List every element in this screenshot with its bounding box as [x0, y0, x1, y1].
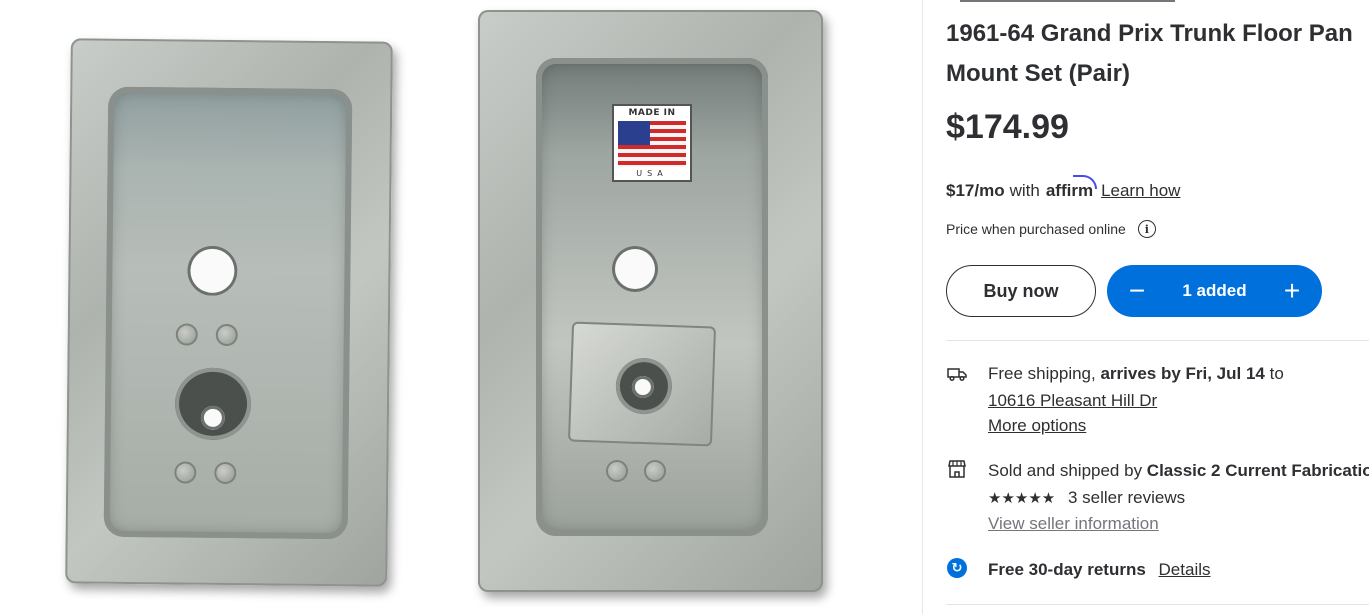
shipping-suffix: to [1264, 364, 1284, 383]
flag-top-text: MADE IN [628, 108, 676, 118]
made-in-usa-label: MADE IN USA [612, 104, 692, 182]
mount-plate-right: MADE IN USA [478, 10, 823, 592]
affirm-with: with [1009, 181, 1040, 200]
affirm-logo: affirm [1046, 175, 1098, 201]
plate-well [103, 86, 353, 540]
store-icon [946, 458, 968, 480]
shipping-prefix: Free shipping, [988, 364, 1101, 383]
divider [946, 604, 1369, 605]
buy-now-button[interactable]: Buy now [946, 265, 1096, 317]
learn-how-link[interactable]: Learn how [1101, 181, 1180, 201]
top-rule [960, 0, 1175, 2]
dimple [174, 461, 197, 484]
quantity-label: 1 added [1182, 281, 1247, 300]
product-image[interactable]: MADE IN USA [0, 0, 922, 614]
flag-bottom-text: USA [636, 169, 668, 178]
decrease-quantity-button[interactable]: − [1123, 277, 1151, 305]
returns-label: Free 30-day returns [988, 560, 1146, 579]
more-options-link[interactable]: More options [988, 416, 1086, 436]
returns-info: Free 30-day returns Details [988, 560, 1211, 580]
dimple [644, 460, 666, 482]
quantity-stepper: − 1 added + [1107, 265, 1322, 317]
seller-rating: ★★★★★ 3 seller reviews [988, 488, 1185, 508]
image-divider [922, 0, 923, 614]
shipping-address-link[interactable]: 10616 Pleasant Hill Dr [988, 391, 1157, 411]
returns-details-link[interactable]: Details [1159, 560, 1211, 579]
dimple [214, 461, 237, 485]
shipping-info: Free shipping, arrives by Fri, Jul 14 to [988, 364, 1284, 384]
affirm-monthly: $17/mo [946, 181, 1005, 200]
affirm-arc-icon [1073, 175, 1098, 189]
mount-plate-left [65, 38, 393, 587]
increase-quantity-button[interactable]: + [1278, 277, 1306, 305]
truck-icon [946, 363, 968, 385]
price-note-text: Price when purchased online [946, 221, 1126, 237]
plate-hole [200, 405, 226, 430]
price-note: Price when purchased online i [946, 220, 1156, 238]
product-title: 1961-64 Grand Prix Trunk Floor Pan Mount… [946, 20, 1353, 87]
product-price: $174.99 [946, 108, 1069, 146]
star-rating-icon: ★★★★★ [988, 490, 1056, 507]
divider [946, 340, 1369, 341]
dimple [215, 323, 238, 347]
affirm-financing: $17/mo with affirm Learn how [946, 175, 1180, 201]
seller-info: Sold and shipped by Classic 2 Current Fa… [988, 461, 1369, 481]
plate-well: MADE IN USA [536, 58, 768, 536]
view-seller-info-link[interactable]: View seller information [988, 514, 1159, 534]
cage-nut [567, 321, 717, 447]
dimple [175, 323, 198, 346]
returns-glyph: ↻ [947, 558, 967, 578]
info-icon[interactable]: i [1137, 220, 1156, 238]
seller-name[interactable]: Classic 2 Current Fabrication [1147, 461, 1369, 480]
shipping-arrival: arrives by Fri, Jul 14 [1100, 364, 1265, 383]
flag-canton [618, 121, 650, 145]
dimple [606, 460, 628, 482]
plate-hole [187, 245, 238, 297]
seller-prefix: Sold and shipped by [988, 461, 1147, 480]
seller-reviews[interactable]: 3 seller reviews [1068, 488, 1185, 507]
plate-hole [612, 246, 658, 292]
returns-icon: ↻ [946, 557, 968, 579]
